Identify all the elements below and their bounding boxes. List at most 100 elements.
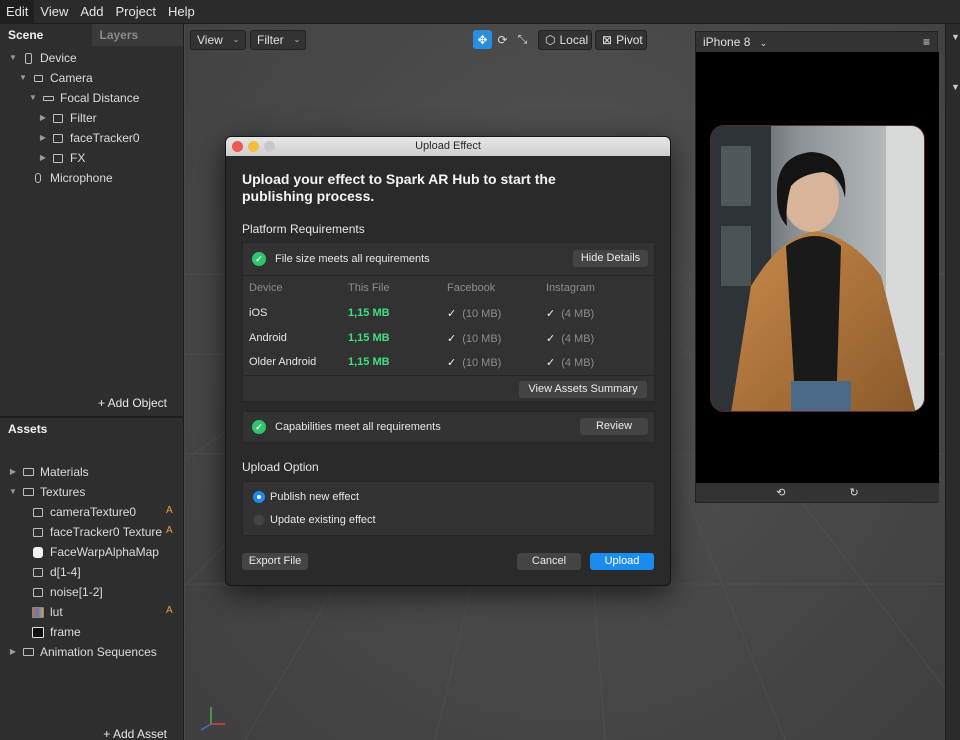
view-dropdown[interactable]: View ⌄ — [190, 30, 246, 50]
view-assets-summary-button[interactable]: View Assets Summary — [519, 381, 647, 398]
asset-item-cameratexture[interactable]: cameraTexture0 — [28, 502, 136, 522]
preview-screen — [696, 52, 939, 485]
camera-icon — [31, 72, 45, 84]
option-publish-label[interactable]: Publish new effect — [270, 491, 359, 503]
chevron-right-icon[interactable]: ▶ — [38, 108, 48, 128]
asset-item-lut[interactable]: lut — [28, 602, 63, 622]
local-toggle[interactable]: ⬡ Local — [538, 30, 592, 50]
left-panel: Scene Layers ▼ Device ▼ Camera ▼ Focal D… — [0, 24, 184, 740]
dialog-body: Upload your effect to Spark AR Hub to st… — [226, 156, 670, 585]
chevron-down-icon[interactable]: ▼ — [18, 68, 28, 88]
asset-item-textures[interactable]: ▼ Textures — [8, 482, 85, 502]
upload-option-title: Upload Option — [242, 460, 319, 474]
axis-gizmo — [200, 707, 225, 731]
chevron-right-icon[interactable]: ▶ — [38, 148, 48, 168]
filter-dropdown-label: Filter — [257, 33, 284, 47]
tree-item-microphone[interactable]: Microphone — [18, 168, 113, 188]
asset-item-noise[interactable]: noise[1-2] — [28, 582, 103, 602]
menu-edit[interactable]: Edit — [0, 0, 35, 24]
tab-layers[interactable]: Layers — [91, 24, 183, 46]
texture-icon — [31, 586, 45, 598]
right-panel-strip: ▼ ▼ — [945, 24, 960, 740]
add-object-button[interactable]: + Add Object — [98, 396, 167, 410]
chevron-right-icon[interactable]: ▶ — [38, 128, 48, 148]
chevron-down-icon: ⌄ — [232, 35, 240, 44]
check-icon: ✓ — [447, 333, 457, 345]
panel-divider — [0, 416, 184, 418]
restart-icon[interactable]: ↻ — [850, 486, 859, 499]
row-facebook: ✓ (10 MB) — [447, 308, 502, 320]
check-icon: ✓ — [546, 357, 556, 369]
asset-item-label: Textures — [40, 485, 86, 499]
image-icon — [51, 112, 65, 124]
menu-view[interactable]: View — [34, 0, 74, 24]
column-header-instagram: Instagram — [546, 282, 595, 294]
asset-item-d[interactable]: d[1-4] — [28, 562, 81, 582]
tab-scene[interactable]: Scene — [0, 24, 92, 46]
close-icon[interactable] — [232, 141, 243, 152]
rotate-device-icon[interactable]: ⟲ — [776, 486, 785, 499]
row-facebook: ✓ (10 MB) — [447, 357, 502, 369]
view-dropdown-label: View — [197, 33, 223, 47]
chevron-down-icon: ⌄ — [293, 35, 301, 44]
tree-item-filter[interactable]: ▶ Filter — [38, 108, 97, 128]
asset-item-label: cameraTexture0 — [50, 505, 137, 519]
check-circle-icon: ✓ — [252, 252, 266, 266]
chevron-down-icon[interactable]: ▼ — [8, 482, 18, 502]
asset-item-frame[interactable]: frame — [28, 622, 81, 642]
menu-help[interactable]: Help — [162, 0, 201, 24]
scale-tool-icon[interactable]: ⤡ — [513, 30, 532, 49]
radio-publish-new[interactable] — [253, 491, 265, 503]
chevron-down-icon[interactable]: ▼ — [28, 88, 38, 108]
option-update-label[interactable]: Update existing effect — [270, 514, 376, 526]
asset-item-materials[interactable]: ▶ Materials — [8, 462, 89, 482]
tree-item-camera[interactable]: ▼ Camera — [18, 68, 93, 88]
lut-icon — [31, 606, 45, 618]
row-facebook: ✓ (10 MB) — [447, 333, 502, 345]
asset-item-animation-sequences[interactable]: ▶ Animation Sequences — [8, 642, 157, 662]
row-device: Android — [249, 332, 287, 344]
frame-icon — [31, 626, 45, 638]
tree-item-focal-distance[interactable]: ▼ Focal Distance — [28, 88, 139, 108]
device-selector[interactable]: iPhone 8 ⌄ ≡ — [696, 32, 937, 52]
menu-icon[interactable]: ≡ — [923, 35, 930, 49]
zoom-icon[interactable] — [264, 141, 275, 152]
preview-photo — [710, 125, 925, 412]
cube-icon: ⬡ — [545, 33, 556, 47]
asset-item-label: frame — [50, 625, 81, 639]
export-file-button[interactable]: Export File — [242, 553, 308, 570]
chevron-right-icon[interactable]: ▶ — [8, 462, 18, 482]
menu-add[interactable]: Add — [74, 0, 109, 24]
hide-details-button[interactable]: Hide Details — [573, 250, 648, 267]
asset-item-label: d[1-4] — [50, 565, 81, 579]
file-size-status: File size meets all requirements — [275, 253, 430, 265]
asset-item-facewarpalphamap[interactable]: FaceWarpAlphaMap — [28, 542, 159, 562]
check-icon: ✓ — [546, 308, 556, 320]
tree-item-device[interactable]: ▼ Device — [8, 48, 77, 68]
radio-update-existing[interactable] — [253, 514, 265, 526]
filter-dropdown[interactable]: Filter ⌄ — [250, 30, 306, 50]
tree-item-label: Microphone — [50, 171, 113, 185]
upload-button[interactable]: Upload — [590, 553, 654, 570]
chevron-right-icon[interactable]: ▶ — [8, 642, 18, 662]
rotate-tool-icon[interactable]: ⟳ — [493, 30, 512, 49]
move-tool-icon[interactable]: ✥ — [473, 30, 492, 49]
cancel-button[interactable]: Cancel — [517, 553, 581, 570]
tree-item-fx[interactable]: ▶ FX — [38, 148, 85, 168]
tree-item-label: Focal Distance — [60, 91, 140, 105]
pivot-toggle[interactable]: ⊠ Pivot — [595, 30, 647, 50]
scene-tabs: Scene Layers — [0, 24, 183, 46]
asset-item-facetracker-texture[interactable]: faceTracker0 Texture — [28, 522, 162, 542]
chevron-down-icon[interactable]: ▼ — [951, 82, 960, 92]
face-tracker-icon — [51, 132, 65, 144]
menu-project[interactable]: Project — [110, 0, 162, 24]
upload-options-card: Publish new effect Update existing effec… — [242, 481, 655, 536]
chevron-down-icon[interactable]: ▼ — [8, 48, 18, 68]
review-button[interactable]: Review — [580, 418, 648, 435]
minimize-icon[interactable] — [248, 141, 259, 152]
add-asset-button[interactable]: + Add Asset — [103, 727, 167, 740]
chevron-down-icon: ⌄ — [759, 38, 768, 48]
menu-bar: Edit View Add Project Help — [0, 0, 960, 24]
tree-item-facetracker[interactable]: ▶ faceTracker0 — [38, 128, 140, 148]
chevron-down-icon[interactable]: ▼ — [951, 32, 960, 42]
